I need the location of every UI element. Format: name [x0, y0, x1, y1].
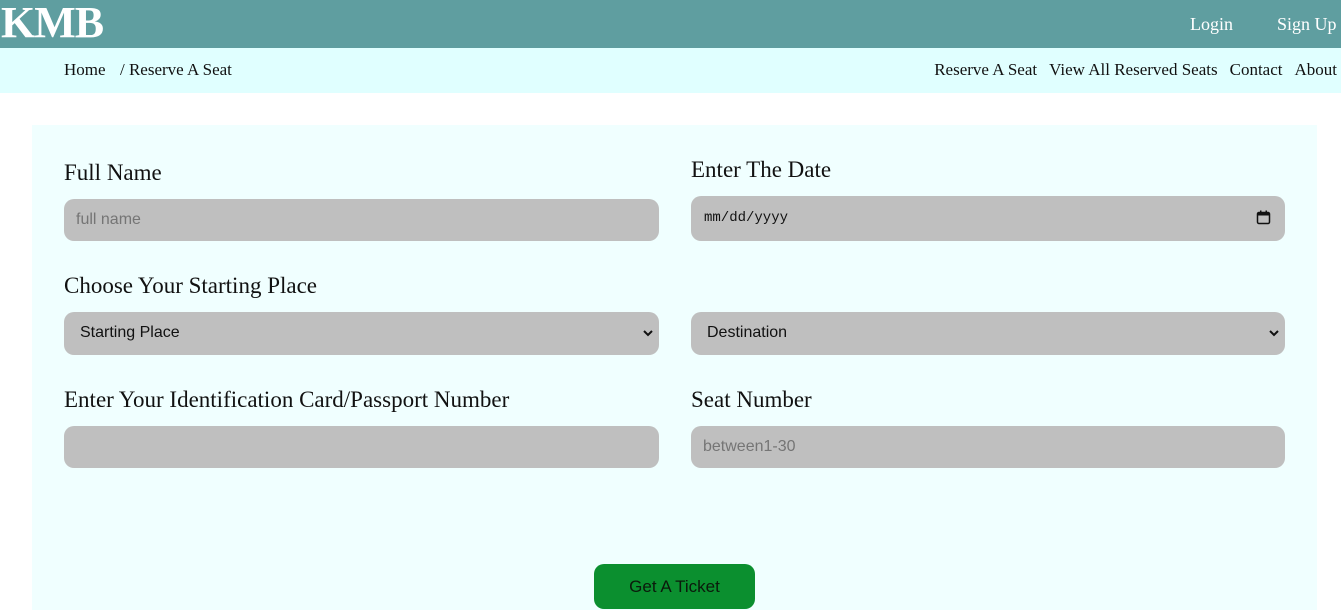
- date-input[interactable]: mm/dd/yyyy: [691, 196, 1285, 241]
- full-name-label: Full Name: [64, 160, 162, 185]
- brand-logo[interactable]: KMB: [1, 0, 104, 48]
- seat-number-input[interactable]: between1-30: [691, 426, 1285, 468]
- id-number-label: Enter Your Identification Card/Passport …: [64, 387, 510, 412]
- starting-place-select[interactable]: Starting Place: [64, 312, 659, 355]
- destination-selected: Destination: [707, 324, 788, 341]
- breadcrumb-current: / Reserve A Seat: [120, 60, 232, 79]
- nav-reserve-seat[interactable]: Reserve A Seat: [934, 48, 1037, 93]
- nav-contact[interactable]: Contact: [1230, 48, 1283, 93]
- nav-view-reserved-seats[interactable]: View All Reserved Seats: [1049, 48, 1217, 93]
- starting-place-label: Choose Your Starting Place: [64, 273, 317, 298]
- seat-number-placeholder: between1-30: [703, 438, 796, 455]
- destination-select[interactable]: Destination: [691, 312, 1285, 355]
- chevron-down-icon: [643, 330, 653, 337]
- chevron-down-icon: [1269, 330, 1279, 337]
- full-name-placeholder: full name: [76, 211, 141, 228]
- top-header: KMB Login Sign Up: [0, 0, 1341, 48]
- get-ticket-button[interactable]: Get A Ticket: [594, 564, 755, 609]
- nav-about[interactable]: About: [1295, 48, 1338, 93]
- full-name-input[interactable]: full name: [64, 199, 659, 241]
- date-format-text: mm/dd/yyyy: [704, 210, 789, 226]
- breadcrumb-home[interactable]: Home: [64, 48, 106, 93]
- sub-navigation: Home / Reserve A Seat Reserve A Seat Vie…: [0, 48, 1341, 93]
- date-label: Enter The Date: [691, 157, 832, 182]
- id-number-input[interactable]: [64, 426, 659, 468]
- starting-place-selected: Starting Place: [80, 324, 180, 341]
- nav-links: Reserve A Seat View All Reserved Seats C…: [934, 48, 1337, 93]
- seat-number-label: Seat Number: [691, 387, 812, 412]
- signup-link[interactable]: Sign Up: [1277, 0, 1337, 48]
- login-link[interactable]: Login: [1190, 0, 1233, 48]
- calendar-icon[interactable]: [1256, 210, 1271, 225]
